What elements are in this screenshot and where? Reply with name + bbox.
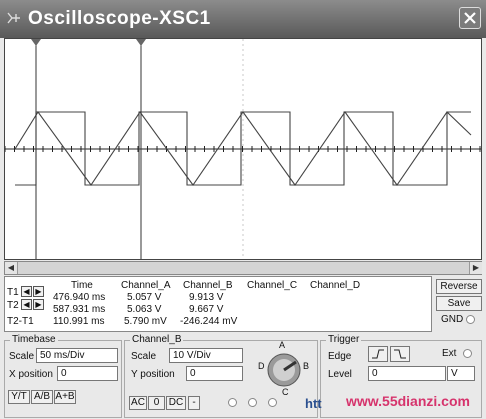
- gnd-terminal-icon[interactable]: [466, 315, 475, 324]
- level-label: Level: [328, 369, 352, 380]
- gnd-label: GND: [441, 314, 464, 325]
- t2-right-arrow-icon[interactable]: ▶: [33, 299, 44, 310]
- timebase-scale-label: Scale: [9, 351, 35, 362]
- knob-label-b: B: [303, 361, 310, 371]
- ext-label: Ext: [442, 348, 457, 359]
- coupling-minus-button[interactable]: -: [188, 396, 200, 410]
- channel-selector-knob-icon[interactable]: [266, 352, 302, 388]
- delta-time: 110.991 ms: [53, 316, 105, 327]
- channel-radio-b-icon[interactable]: [248, 398, 257, 407]
- header-channel-a: Channel_A: [121, 280, 171, 291]
- t1-channel-a: 5.057 V: [127, 292, 162, 303]
- t1-channel-b: 9.913 V: [189, 292, 224, 303]
- coupling-ac-button[interactable]: AC: [129, 396, 147, 410]
- y-position-label: Y position: [131, 369, 175, 380]
- mode-ab-button[interactable]: A/B: [31, 390, 53, 404]
- timebase-title: Timebase: [10, 334, 58, 345]
- t1-left-arrow-icon[interactable]: ◀: [21, 286, 32, 297]
- x-position-field[interactable]: 0: [57, 366, 118, 381]
- knob-label-c: C: [282, 387, 289, 397]
- channel-radio-c-icon[interactable]: [268, 398, 277, 407]
- t2-channel-b: 9.667 V: [189, 304, 224, 315]
- cursor-t1-handle[interactable]: [31, 39, 41, 46]
- cursor-t2-handle[interactable]: [136, 39, 146, 46]
- trigger-title: Trigger: [326, 334, 362, 345]
- window-title: Oscilloscope-XSC1: [28, 8, 211, 29]
- t2-left-arrow-icon[interactable]: ◀: [21, 299, 32, 310]
- coupling-dc-button[interactable]: DC: [166, 396, 186, 410]
- scope-display[interactable]: [5, 39, 481, 259]
- delta-channel-b: -246.244 mV: [180, 316, 238, 327]
- knob-label-d: D: [258, 361, 265, 371]
- channel-b-scale-field[interactable]: 10 V/Div: [169, 348, 243, 363]
- channel-b-scale-label: Scale: [131, 351, 157, 362]
- t1-right-arrow-icon[interactable]: ▶: [33, 286, 44, 297]
- coupling-zero-button[interactable]: 0: [148, 396, 165, 410]
- watermark-partial: htt: [305, 396, 322, 411]
- x-position-label: X position: [9, 369, 53, 380]
- rising-edge-icon: [372, 349, 384, 359]
- y-position-field[interactable]: 0: [186, 366, 243, 381]
- edge-label: Edge: [328, 351, 352, 362]
- header-channel-b: Channel_B: [183, 280, 233, 291]
- ext-radio-icon[interactable]: [463, 349, 472, 358]
- row-label-t2-t1: T2-T1: [7, 316, 34, 327]
- mode-yt-button[interactable]: Y/T: [8, 390, 30, 404]
- header-channel-c: Channel_C: [247, 280, 298, 291]
- timebase-scale-field[interactable]: 50 ms/Div: [36, 348, 118, 363]
- falling-edge-icon: [394, 349, 406, 359]
- close-icon: [464, 12, 476, 24]
- header-channel-d: Channel_D: [310, 280, 361, 291]
- reverse-button[interactable]: Reverse: [436, 279, 482, 294]
- row-label-t2: T2: [7, 300, 19, 311]
- scroll-left-icon[interactable]: ◀: [5, 262, 18, 274]
- measurement-panel: Time Channel_A Channel_B Channel_C Chann…: [4, 276, 432, 332]
- close-button[interactable]: [459, 7, 481, 29]
- mode-a-plus-b-button[interactable]: A+B: [54, 390, 76, 404]
- channel-b-title: Channel_B: [130, 334, 184, 345]
- watermark-text: www.55dianzi.com: [346, 393, 470, 409]
- falling-edge-button[interactable]: [390, 346, 410, 362]
- rising-edge-button[interactable]: [368, 346, 388, 362]
- row-label-t1: T1: [7, 287, 19, 298]
- level-field[interactable]: 0: [368, 366, 446, 381]
- horizontal-scrollbar[interactable]: ◀ ▶: [4, 261, 482, 275]
- channel-radio-a-icon[interactable]: [228, 398, 237, 407]
- t2-channel-a: 5.063 V: [127, 304, 162, 315]
- save-button[interactable]: Save: [436, 296, 482, 311]
- scroll-right-icon[interactable]: ▶: [469, 262, 482, 274]
- oscilloscope-app-icon: [7, 12, 20, 24]
- t2-time: 587.931 ms: [53, 304, 106, 315]
- knob-label-a: A: [279, 340, 286, 350]
- level-unit-field[interactable]: V: [447, 366, 475, 381]
- header-time: Time: [71, 280, 93, 291]
- t1-time: 476.940 ms: [53, 292, 106, 303]
- delta-channel-a: 5.790 mV: [124, 316, 167, 327]
